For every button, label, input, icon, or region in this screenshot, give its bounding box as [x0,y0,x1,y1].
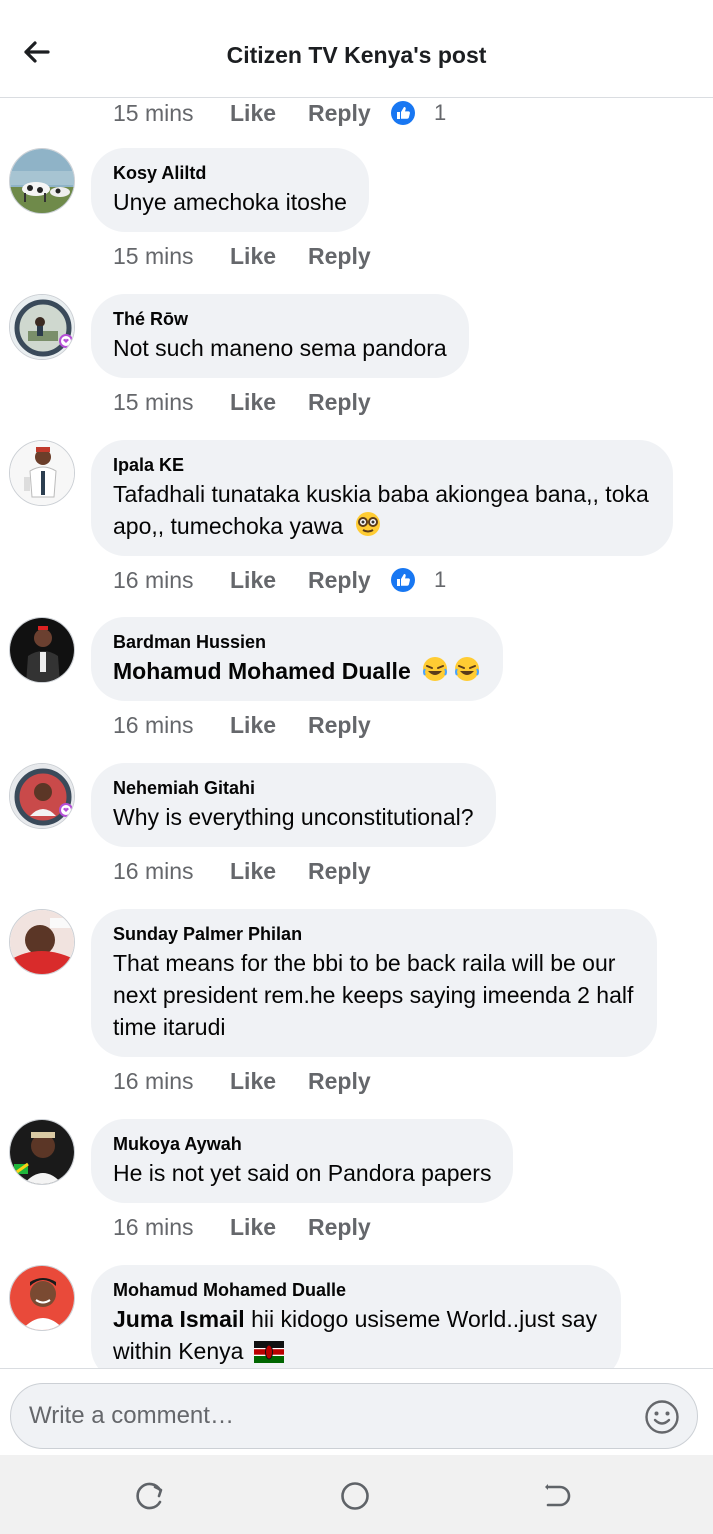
reaction-count: 1 [434,567,447,592]
thumbs-up-icon [391,101,415,125]
commenter-name[interactable]: Ipala KE [113,454,649,476]
comment-meta-row: 16 mins Like Reply [113,710,390,740]
comment-bubble[interactable]: Mukoya Aywah He is not yet said on Pando… [91,1119,514,1203]
like-button[interactable]: Like [230,389,308,416]
thumbs-up-icon [391,568,415,592]
avatar[interactable] [9,1265,75,1331]
like-button[interactable]: Like [230,1214,308,1241]
comment-bubble[interactable]: Ipala KE Tafadhali tunataka kuskia baba … [91,440,673,556]
avatar[interactable] [9,148,75,214]
page-title: Citizen TV Kenya's post [226,42,487,68]
comment-meta-row: 15 mins Like Reply [113,387,390,417]
comment-meta-row: 16 mins Like Reply [113,856,390,886]
comment-time: 16 mins [113,566,194,593]
like-button[interactable]: Like [230,1068,308,1095]
comment-time: 15 mins [113,388,194,415]
comment-text-line: apo,, tumechoka yawa [113,513,344,539]
reply-button[interactable]: Reply [308,1214,390,1241]
comment-text: Not such maneno sema pandora [113,335,447,361]
avatar[interactable] [9,763,75,829]
reply-button[interactable]: Reply [308,1068,390,1095]
commenter-name[interactable]: Nehemiah Gitahi [113,777,474,799]
comment-text: Tafadhali tunataka kuskia baba akiongea … [113,478,649,542]
comment-text: Juma Ismail hii kidogo usiseme World..ju… [113,1303,597,1367]
nav-back-button[interactable] [540,1479,574,1513]
like-button[interactable]: Like [230,243,308,270]
commenter-name[interactable]: Mohamud Mohamed Dualle [113,1279,597,1301]
nav-back-icon [545,1484,571,1507]
commenter-name[interactable]: Kosy Aliltd [113,162,347,184]
avatar[interactable] [9,440,75,506]
comment-text: That means for the bbi to be back raila … [113,947,633,1043]
commenter-name[interactable]: Bardman Hussien [113,631,481,653]
comment-time: 15 mins [113,242,194,269]
smiley-icon [645,1400,679,1434]
recent-apps-icon [136,1482,163,1510]
nerd-face-emoji-icon [355,512,380,536]
comment-bubble[interactable]: Thé Rōw Not such maneno sema pandora [91,294,469,378]
comment-composer[interactable] [10,1383,698,1449]
comment-meta-row: 16 mins Like Reply 1 [113,565,446,595]
avatar[interactable] [9,617,75,683]
comment-text: Mohamud Mohamed Dualle [113,655,481,687]
reply-button[interactable]: Reply [308,389,390,416]
top-bar: Citizen TV Kenya's post [0,0,713,98]
comment-time: 16 mins [113,711,194,738]
like-button[interactable]: Like [230,100,308,127]
comment-time: 16 mins [113,1213,194,1240]
rolling-laughing-emoji-icon [423,657,448,681]
comment-text-line: That means for the bbi to be back raila … [113,950,616,976]
kenya-flag-icon [253,1341,284,1363]
comment-time: 15 mins [113,99,194,126]
comment-bubble[interactable]: Bardman Hussien Mohamud Mohamed Dualle [91,617,504,701]
avatar[interactable] [9,1119,75,1185]
reply-button[interactable]: Reply [308,567,390,594]
reaction-summary[interactable]: 1 [390,567,446,593]
commenter-name[interactable]: Thé Rōw [113,308,447,330]
reaction-count: 1 [434,100,447,125]
comment-text-line: hii kidogo usiseme World..just say [244,1306,598,1332]
mention-link[interactable]: Mohamud Mohamed Dualle [113,658,411,684]
comment-meta-row: 15 mins Like Reply 1 [113,98,446,128]
avatar[interactable] [9,294,75,360]
rolling-laughing-emoji-icon [455,657,480,681]
reaction-summary[interactable]: 1 [390,100,446,126]
comment-meta-row: 16 mins Like Reply [113,1212,390,1242]
reply-button[interactable]: Reply [308,100,390,127]
comment-text-line: time itarudi [113,1014,226,1040]
system-navigation-bar [0,1455,713,1534]
comment-meta-row: 16 mins Like Reply [113,1066,390,1096]
home-circle-icon [341,1482,369,1510]
commenter-name[interactable]: Mukoya Aywah [113,1133,491,1155]
reply-button[interactable]: Reply [308,712,390,739]
emoji-picker-button[interactable] [643,1398,681,1436]
comment-bubble[interactable]: Nehemiah Gitahi Why is everything uncons… [91,763,496,847]
comment-text-line: within Kenya [113,1338,244,1364]
comment-time: 16 mins [113,857,194,884]
comments-feed[interactable]: 15 mins Like Reply 1 Kosy Aliltd Unye am… [0,98,713,1368]
reply-button[interactable]: Reply [308,858,390,885]
comment-text: Unye amechoka itoshe [113,189,347,215]
comment-text-line: next president rem.he keeps saying imeen… [113,982,634,1008]
mention-link[interactable]: Juma Ismail [113,1306,245,1332]
like-button[interactable]: Like [230,712,308,739]
recent-apps-button[interactable] [133,1479,167,1513]
reply-button[interactable]: Reply [308,243,390,270]
like-button[interactable]: Like [230,858,308,885]
comment-bubble[interactable]: Sunday Palmer Philan That means for the … [91,909,658,1057]
comment-input[interactable] [29,1402,589,1430]
comment-text: He is not yet said on Pandora papers [113,1160,492,1186]
comment-meta-row: 15 mins Like Reply [113,241,390,271]
commenter-name[interactable]: Sunday Palmer Philan [113,923,633,945]
avatar[interactable] [9,909,75,975]
comment-text: Why is everything unconstitutional? [113,804,474,830]
comment-time: 16 mins [113,1067,194,1094]
comment-bubble[interactable]: Mohamud Mohamed Dualle Juma Ismail hii k… [91,1265,622,1368]
home-button[interactable] [338,1479,372,1513]
comment-bubble[interactable]: Kosy Aliltd Unye amechoka itoshe [91,148,369,232]
comment-text-line: Tafadhali tunataka kuskia baba akiongea … [113,481,649,507]
like-button[interactable]: Like [230,567,308,594]
